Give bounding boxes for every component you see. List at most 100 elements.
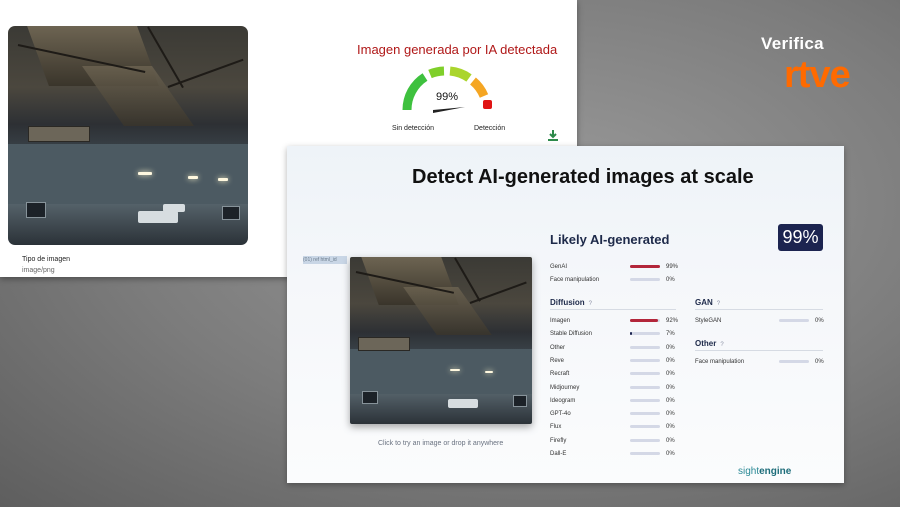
score-row-value: 0% <box>666 437 675 444</box>
score-row-value: 0% <box>666 384 675 391</box>
score-row-value: 0% <box>666 397 675 404</box>
score-row-label: Imagen <box>550 318 571 324</box>
gauge-label-detection: Detección <box>474 125 506 132</box>
gauge-segment-yellowgreen <box>449 66 472 82</box>
score-row: Firefly 0% <box>550 436 680 446</box>
score-row-label: Dall-E <box>550 451 567 457</box>
score-row: Face manipulation 0% <box>695 357 825 367</box>
score-bar <box>630 385 660 389</box>
divider <box>550 309 676 310</box>
image-type-value: image/png <box>22 267 55 274</box>
score-row-label: GenAI <box>550 264 568 270</box>
score-row: Imagen 92% <box>550 316 680 326</box>
other-heading-label: Other <box>695 339 717 348</box>
score-row-value: 0% <box>666 451 675 457</box>
score-bar <box>630 372 660 376</box>
gauge-label-no-detection: Sin detección <box>392 125 435 132</box>
gauge-percentage: 99% <box>436 91 459 103</box>
score-bar <box>630 425 660 429</box>
brand-engine: engine <box>759 466 792 477</box>
score-bar <box>630 412 660 416</box>
score-row-label: Flux <box>550 424 562 431</box>
score-bar <box>779 360 809 363</box>
divider <box>695 309 823 310</box>
score-row: Recraft 0% <box>550 369 680 379</box>
page-headline: Detect AI-generated images at scale <box>412 166 754 188</box>
confidence-gauge <box>402 66 492 113</box>
score-row-label: GPT-4o <box>550 411 571 418</box>
score-bar <box>630 438 660 442</box>
score-row: Face manipulation 0% <box>550 275 680 285</box>
other-heading: Other? <box>695 339 724 348</box>
score-bar <box>630 278 660 281</box>
diffusion-heading-label: Diffusion <box>550 298 585 307</box>
score-bar <box>630 319 660 322</box>
score-row-value: 7% <box>666 331 675 338</box>
score-row-label: Stable Diffusion <box>550 331 592 338</box>
selection-overlay-label: (01) ref html_id <box>303 256 347 264</box>
score-bar <box>630 398 660 402</box>
gauge-segment-orange <box>469 77 489 98</box>
gauge-segment-lightgreen <box>428 66 445 79</box>
score-bar <box>779 319 809 322</box>
score-row: Reve 0% <box>550 356 680 366</box>
rtve-logo: rtve <box>784 54 851 96</box>
score-row: Other 0% <box>550 343 680 353</box>
score-row: Dall-E 0% <box>550 449 680 459</box>
score-row-label: Firefly <box>550 437 567 444</box>
score-bar <box>630 265 660 268</box>
score-row-value: 99% <box>666 264 679 270</box>
brand-sight: sight <box>738 466 760 477</box>
download-icon[interactable] <box>548 130 558 141</box>
score-row: GenAI 99% <box>550 262 680 272</box>
score-bar <box>630 358 660 362</box>
score-row-value: 92% <box>666 318 679 324</box>
gauge-segment-green <box>402 73 428 111</box>
gauge-needle <box>433 107 465 113</box>
score-row-label: Reve <box>550 357 565 364</box>
score-row: StyleGAN 0% <box>695 316 825 326</box>
result-score-badge: 99% <box>778 224 823 251</box>
score-row-label: Midjourney <box>550 384 580 391</box>
help-icon[interactable]: ? <box>717 301 720 307</box>
diffusion-heading: Diffusion? <box>550 298 592 307</box>
score-row-value: 0% <box>666 277 675 283</box>
score-bar-fill <box>630 319 658 322</box>
score-row: GPT-4o 0% <box>550 409 680 419</box>
score-row-label: Face manipulation <box>550 277 600 283</box>
upload-image-preview[interactable] <box>350 257 532 424</box>
score-bar-fill <box>630 265 660 268</box>
score-row-label: StyleGAN <box>695 318 722 324</box>
help-icon[interactable]: ? <box>589 301 592 307</box>
help-icon[interactable]: ? <box>720 342 723 348</box>
score-row-value: 0% <box>815 318 824 324</box>
score-row: Midjourney 0% <box>550 383 680 393</box>
score-row-value: 0% <box>666 424 675 431</box>
gauge-segment-red <box>483 100 492 109</box>
score-row-label: Recraft <box>550 371 570 378</box>
gan-heading: GAN? <box>695 298 720 307</box>
image-type-label: Tipo de imagen <box>22 256 70 263</box>
sightengine-logo[interactable]: sightengine <box>738 466 791 477</box>
divider <box>695 350 823 351</box>
score-row: Flux 0% <box>550 422 680 432</box>
score-bar <box>630 452 660 455</box>
score-bar <box>630 332 660 336</box>
score-row: Ideogram 0% <box>550 396 680 406</box>
score-row-label: Other <box>550 344 566 351</box>
score-row-value: 0% <box>666 357 675 364</box>
score-row-label: Ideogram <box>550 397 576 404</box>
analyzed-image-thumbnail[interactable] <box>8 26 248 245</box>
score-row: Stable Diffusion 7% <box>550 329 680 339</box>
score-bar-fill <box>630 332 632 336</box>
sightengine-card: Detect AI-generated images at scale (01)… <box>287 146 844 483</box>
score-row-value: 0% <box>815 359 824 365</box>
gan-heading-label: GAN <box>695 298 713 307</box>
score-bar <box>630 345 660 349</box>
result-title: Likely AI-generated <box>550 232 670 247</box>
score-row-value: 0% <box>666 344 675 351</box>
verifica-logo-text: Verifica <box>761 34 824 53</box>
score-row-value: 0% <box>666 371 675 378</box>
upload-hint[interactable]: Click to try an image or drop it anywher… <box>378 440 503 447</box>
gauge-title: Imagen generada por IA detectada <box>357 42 558 57</box>
